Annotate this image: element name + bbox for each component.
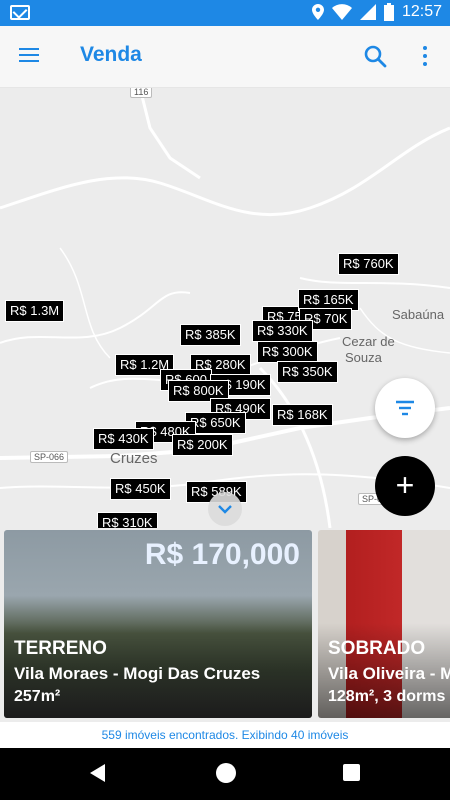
recents-icon[interactable] — [343, 764, 360, 781]
menu-button[interactable] — [18, 46, 42, 66]
price-pin[interactable]: R$ 168K — [272, 404, 333, 426]
battery-icon — [383, 3, 394, 21]
place-label: Sabaúna — [392, 307, 445, 322]
map-view[interactable]: 116 SP-066 SP-06 Sabaúna Cezar de Souza … — [0, 88, 450, 528]
listing-location: Vila Moraes - Mogi Das Cruzes — [14, 664, 261, 683]
app-bar: Venda — [0, 26, 450, 88]
price-pin[interactable]: R$ 310K — [97, 512, 158, 528]
listing-card[interactable]: SOBRADO Vila Oliveira - M 128m², 3 dorms — [318, 530, 450, 718]
listing-type: SOBRADO — [328, 638, 426, 659]
results-summary: 559 imóveis encontrados. Exibindo 40 imó… — [0, 722, 450, 748]
page-title: Venda — [80, 43, 142, 66]
search-icon[interactable] — [362, 43, 388, 69]
signal-icon — [359, 4, 376, 20]
place-label: Souza — [345, 350, 382, 365]
price-pin[interactable]: R$ 385K — [180, 324, 241, 346]
status-time: 12:57 — [401, 3, 442, 20]
price-pin[interactable]: R$ 450K — [110, 478, 171, 500]
add-button[interactable]: + — [375, 456, 435, 516]
gmail-notification-icon — [10, 5, 30, 20]
price-pin[interactable]: R$ 350K — [277, 361, 338, 383]
chevron-down-icon — [218, 505, 232, 514]
status-bar: 12:57 — [0, 0, 450, 26]
wifi-icon — [331, 4, 352, 20]
road-tag: 116 — [130, 88, 153, 98]
listing-location: Vila Oliveira - M — [328, 664, 450, 683]
filter-button[interactable] — [375, 378, 435, 438]
price-pin[interactable]: R$ 1.3M — [5, 300, 65, 322]
listing-type: TERRENO — [14, 638, 107, 659]
price-pin[interactable]: R$ 300K — [257, 341, 318, 363]
place-label: Cezar de — [342, 334, 395, 349]
location-icon — [311, 4, 324, 20]
system-nav-bar — [0, 748, 450, 800]
listing-card[interactable]: R$ 170,000 TERRENO Vila Moraes - Mogi Da… — [4, 530, 312, 718]
price-pin[interactable]: R$ 330K — [252, 320, 313, 342]
listing-price: R$ 170,000 — [144, 538, 300, 571]
listing-area: 257m² — [14, 688, 61, 705]
back-icon[interactable] — [90, 764, 105, 782]
collapse-button[interactable] — [208, 492, 242, 526]
price-pin[interactable]: R$ 760K — [338, 253, 399, 275]
listing-area: 128m², 3 dorms — [328, 688, 446, 705]
price-pin[interactable]: R$ 430K — [93, 428, 154, 450]
road-tag: SP-066 — [30, 451, 69, 463]
home-icon[interactable] — [216, 763, 236, 783]
more-vert-icon[interactable] — [418, 44, 432, 68]
price-pin[interactable]: R$ 200K — [172, 434, 233, 456]
place-label: Cruzes — [110, 450, 158, 467]
filter-icon — [396, 400, 414, 416]
plus-icon: + — [395, 467, 415, 503]
